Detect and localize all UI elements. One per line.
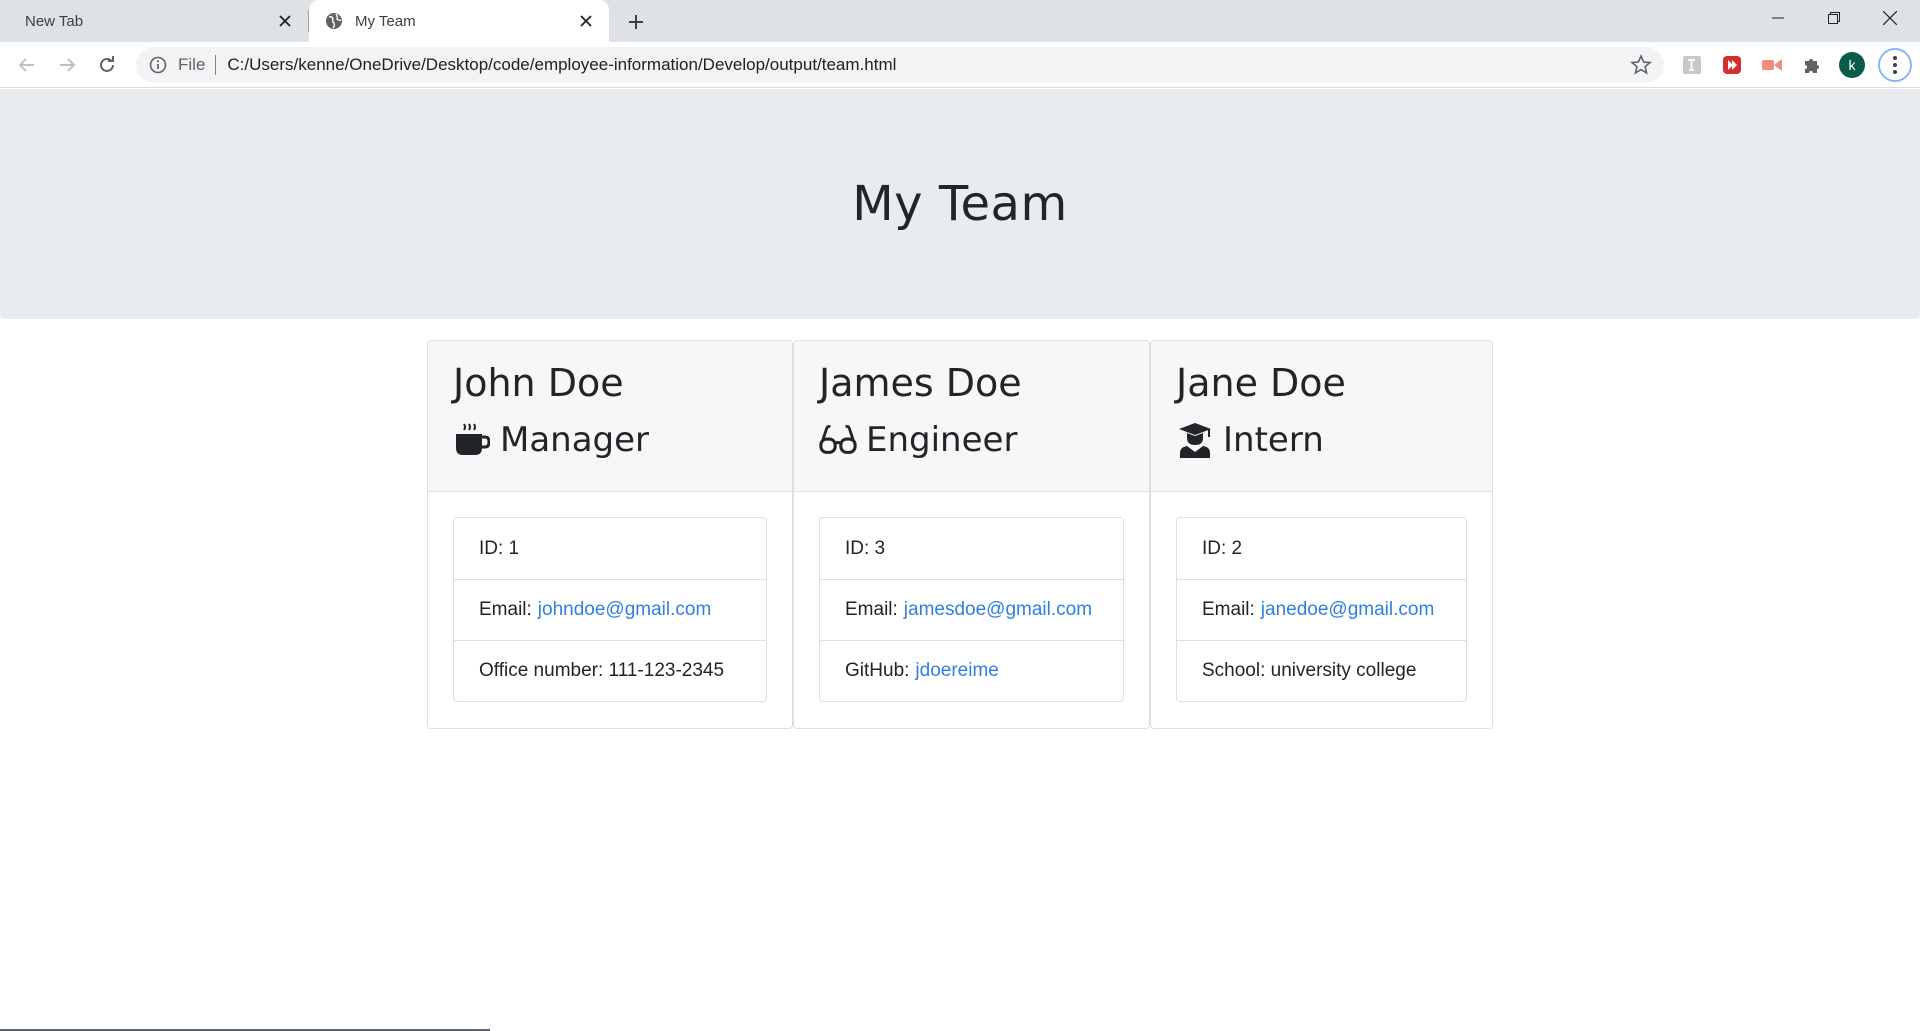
employee-card: John Doe Manager ID: 1 Email: johndoe@gm… [427,340,793,729]
reload-icon [100,56,114,72]
close-window-button[interactable] [1862,0,1918,36]
detail-list: ID: 1 Email: johndoe@gmail.com Office nu… [453,517,767,702]
extension-record-icon[interactable] [1760,53,1784,77]
page-viewport: My Team John Doe Manager ID: 1 Email: jo… [0,89,1920,1031]
employee-card: Jane Doe Intern ID: 2 Email: janedoe@gma… [1150,340,1493,729]
restore-icon [1828,12,1840,24]
tab-title: My Team [355,12,416,30]
extension-translate-icon[interactable] [1680,53,1704,77]
email-link[interactable]: jamesdoe@gmail.com [904,599,1092,621]
tab-title: New Tab [25,12,84,30]
card-body: ID: 3 Email: jamesdoe@gmail.com GitHub: … [794,492,1149,727]
card-header: Jane Doe Intern [1151,341,1492,492]
office-number-item: Office number: 111-123-2345 [454,640,766,701]
school-item: School: university college [1177,640,1466,701]
card-header: James Doe Engineer [794,341,1149,492]
minimize-icon [1772,17,1784,19]
github-label: GitHub: [845,660,910,681]
tab-new-tab[interactable]: New Tab [0,0,308,42]
arrow-left-icon [18,58,34,72]
id-item: ID: 3 [820,518,1123,579]
plus-icon [629,15,643,29]
employee-name: James Doe [819,361,1022,405]
employee-id: ID: 2 [1202,537,1243,559]
browser-tab-bar: New Tab My Team [0,0,1920,42]
menu-dot [1893,63,1897,67]
detail-list: ID: 3 Email: jamesdoe@gmail.com GitHub: … [819,517,1124,702]
office-number: Office number: 111-123-2345 [479,660,725,681]
globe-icon [326,13,342,29]
mug-icon [453,421,491,459]
email-label: Email: [1202,599,1255,620]
minimize-button[interactable] [1750,0,1806,36]
id-item: ID: 2 [1177,518,1466,579]
reload-button[interactable] [91,49,123,81]
team-cards: John Doe Manager ID: 1 Email: johndoe@gm… [427,340,1493,729]
detail-list: ID: 2 Email: janedoe@gmail.com School: u… [1176,517,1467,702]
employee-id: ID: 1 [479,537,520,559]
card-body: ID: 2 Email: janedoe@gmail.com School: u… [1151,492,1492,727]
close-icon [1883,11,1897,25]
email-label: Email: [845,599,898,620]
tab-close-icon[interactable] [274,10,296,32]
email-item: Email: johndoe@gmail.com [454,579,766,640]
employee-role: Manager [453,418,767,462]
graduate-icon [1176,421,1214,459]
header-banner: My Team [0,89,1920,319]
profile-initial: k [1848,57,1856,73]
email-link[interactable]: janedoe@gmail.com [1261,599,1435,621]
menu-dot [1893,56,1897,60]
tab-close-icon[interactable] [575,10,597,32]
employee-card: James Doe Engineer ID: 3 Email: jamesdoe… [793,340,1150,729]
employee-role-label: Manager [500,420,650,460]
address-url[interactable]: C:/Users/kenne/OneDrive/Desktop/code/emp… [227,55,896,75]
restore-button[interactable] [1806,0,1862,36]
info-icon[interactable] [148,55,168,75]
github-link[interactable]: jdoereime [915,660,998,682]
employee-role-label: Engineer [866,420,1018,460]
profile-avatar[interactable]: k [1839,52,1865,78]
card-header: John Doe Manager [428,341,792,492]
browser-menu-button[interactable] [1878,48,1912,82]
card-body: ID: 1 Email: johndoe@gmail.com Office nu… [428,492,792,727]
forward-button[interactable] [51,49,83,81]
arrow-right-icon [60,58,76,72]
email-link[interactable]: johndoe@gmail.com [538,599,712,621]
email-label: Email: [479,599,532,620]
tab-my-team[interactable]: My Team [309,0,609,42]
new-tab-button[interactable] [620,8,652,36]
extensions-puzzle-icon[interactable] [1800,53,1824,77]
bookmark-star-icon[interactable] [1630,54,1652,76]
id-item: ID: 1 [454,518,766,579]
address-scheme-label: File [178,55,206,74]
address-bar[interactable]: File C:/Users/kenne/OneDrive/Desktop/cod… [136,47,1664,83]
github-item: GitHub: jdoereime [820,640,1123,701]
employee-role-label: Intern [1223,420,1324,460]
browser-toolbar: File C:/Users/kenne/OneDrive/Desktop/cod… [0,42,1920,88]
email-item: Email: janedoe@gmail.com [1177,579,1466,640]
menu-dot [1893,70,1897,74]
address-separator [215,55,217,75]
email-item: Email: jamesdoe@gmail.com [820,579,1123,640]
extension-red-play-icon[interactable] [1720,53,1744,77]
employee-id: ID: 3 [845,537,886,559]
employee-role: Intern [1176,418,1467,462]
employee-name: John Doe [453,361,624,405]
employee-name: Jane Doe [1176,361,1346,405]
glasses-icon [819,421,857,459]
employee-role: Engineer [819,418,1124,462]
back-button[interactable] [11,49,43,81]
page-title: My Team [852,176,1068,232]
school: School: university college [1202,660,1417,681]
